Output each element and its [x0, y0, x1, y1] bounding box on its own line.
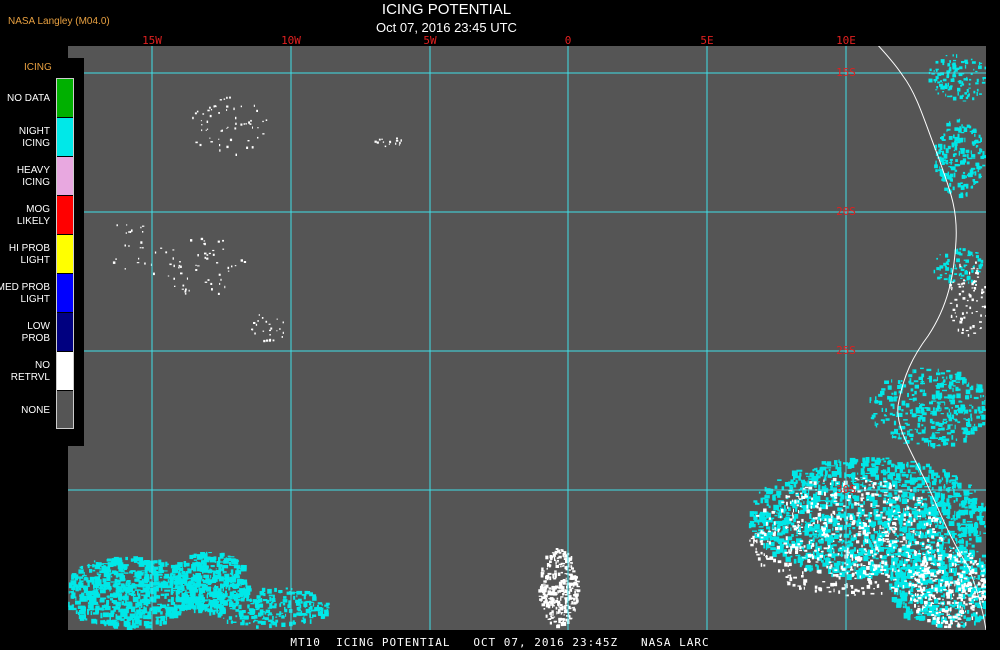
longitude-label: 5E	[700, 34, 714, 47]
longitude-label: 15W	[142, 34, 162, 47]
legend-item-label: MOG LIKELY	[16, 203, 50, 227]
legend-title: ICING	[24, 62, 52, 73]
footer-caption: MT10 ICING POTENTIAL OCT 07, 2016 23:45Z…	[290, 636, 710, 649]
legend-color-swatch	[56, 235, 74, 273]
legend-color-swatch	[56, 274, 74, 312]
legend-color-swatch	[56, 79, 74, 117]
legend-item: NO DATA	[0, 79, 84, 118]
legend-color-swatch	[56, 391, 74, 429]
legend-item-label: NIGHT ICING	[18, 125, 50, 149]
latitude-label: 15S	[836, 66, 856, 79]
legend-item: NONE	[0, 391, 84, 430]
longitude-label: 5W	[423, 34, 437, 47]
legend-item-label: LOW PROB	[21, 320, 50, 344]
legend-item-label: NO RETRVL	[10, 359, 50, 383]
legend-item: HI PROB LIGHT	[0, 235, 84, 274]
legend-color-swatch	[56, 352, 74, 390]
map-title: ICING POTENTIAL	[381, 1, 512, 18]
legend-item: HEAVY ICING	[0, 157, 84, 196]
legend-item-label: NONE	[21, 404, 50, 416]
longitude-label: 10W	[281, 34, 301, 47]
latitude-label: 20S	[836, 205, 856, 218]
legend-color-swatch	[56, 313, 74, 351]
icing-cloud-layer	[68, 54, 986, 630]
legend-item-label: HEAVY ICING	[16, 164, 50, 188]
legend-item-label: NO DATA	[7, 92, 50, 104]
legend-item: MED PROB LIGHT	[0, 274, 84, 313]
legend-color-swatch	[56, 157, 74, 195]
map-canvas	[68, 46, 986, 630]
map-timestamp: Oct 07, 2016 23:45 UTC	[376, 20, 517, 35]
longitude-label: 10E	[836, 34, 856, 47]
satellite-map[interactable]	[68, 46, 986, 630]
legend-item: NIGHT ICING	[0, 118, 84, 157]
legend-item: LOW PROB	[0, 313, 84, 352]
legend-item-label: MED PROB LIGHT	[0, 281, 50, 305]
longitude-label: 0	[564, 34, 572, 47]
latitude-label: 25S	[836, 344, 856, 357]
legend-item: MOG LIKELY	[0, 196, 84, 235]
legend-item-label: HI PROB LIGHT	[8, 242, 50, 266]
legend-color-swatch	[56, 196, 74, 234]
legend-color-swatch	[56, 118, 74, 156]
latitude-label: 30S	[836, 483, 856, 496]
legend-item: NO RETRVL	[0, 352, 84, 391]
